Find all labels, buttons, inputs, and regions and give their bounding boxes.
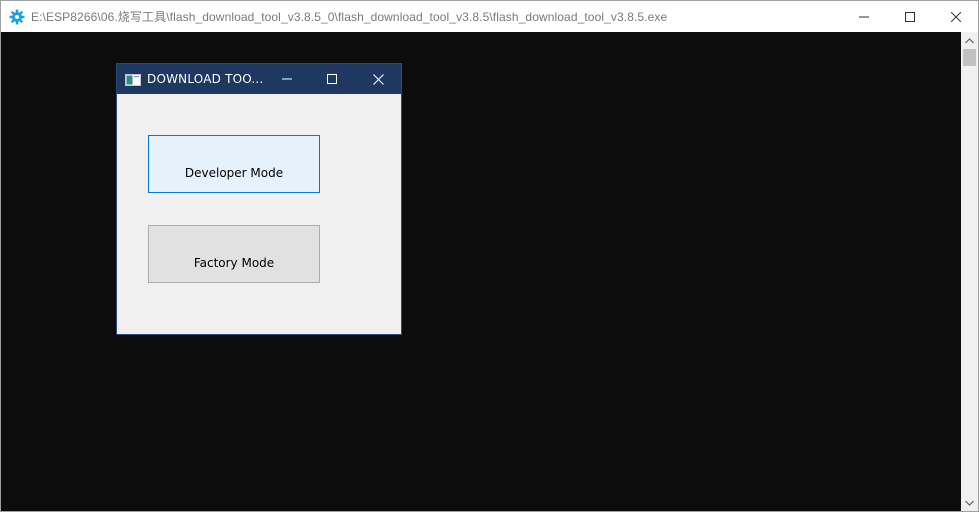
maximize-icon <box>327 74 337 84</box>
vertical-scrollbar[interactable] <box>961 32 978 511</box>
scroll-down-button[interactable] <box>961 494 978 511</box>
console-close-button[interactable] <box>933 1 979 32</box>
maximize-icon <box>905 11 915 22</box>
gear-icon <box>9 9 25 25</box>
console-window-title: E:\ESP8266\06.烧写工具\flash_download_tool_v… <box>31 10 668 24</box>
scroll-up-button[interactable] <box>961 32 978 49</box>
window-icon <box>125 73 141 86</box>
console-maximize-button[interactable] <box>887 1 933 32</box>
developer-mode-button[interactable]: Developer Mode <box>148 135 320 193</box>
dialog-close-button[interactable] <box>355 64 401 94</box>
minimize-icon <box>282 78 292 80</box>
dialog-maximize-button[interactable] <box>309 64 355 94</box>
close-icon <box>372 73 384 85</box>
console-minimize-button[interactable] <box>841 1 887 32</box>
dialog-titlebar[interactable]: DOWNLOAD TOO... <box>117 64 401 94</box>
factory-mode-button[interactable]: Factory Mode <box>148 225 320 283</box>
download-tool-dialog: DOWNLOAD TOO... Developer Mode Factory M… <box>116 63 402 335</box>
dialog-minimize-button[interactable] <box>264 64 310 94</box>
chevron-down-icon <box>965 500 974 506</box>
chevron-up-icon <box>965 37 974 43</box>
dialog-title: DOWNLOAD TOO... <box>147 72 264 86</box>
scroll-thumb[interactable] <box>963 49 976 66</box>
minimize-icon <box>859 16 869 17</box>
console-titlebar[interactable]: E:\ESP8266\06.烧写工具\flash_download_tool_v… <box>1 1 978 32</box>
close-icon <box>951 11 961 22</box>
